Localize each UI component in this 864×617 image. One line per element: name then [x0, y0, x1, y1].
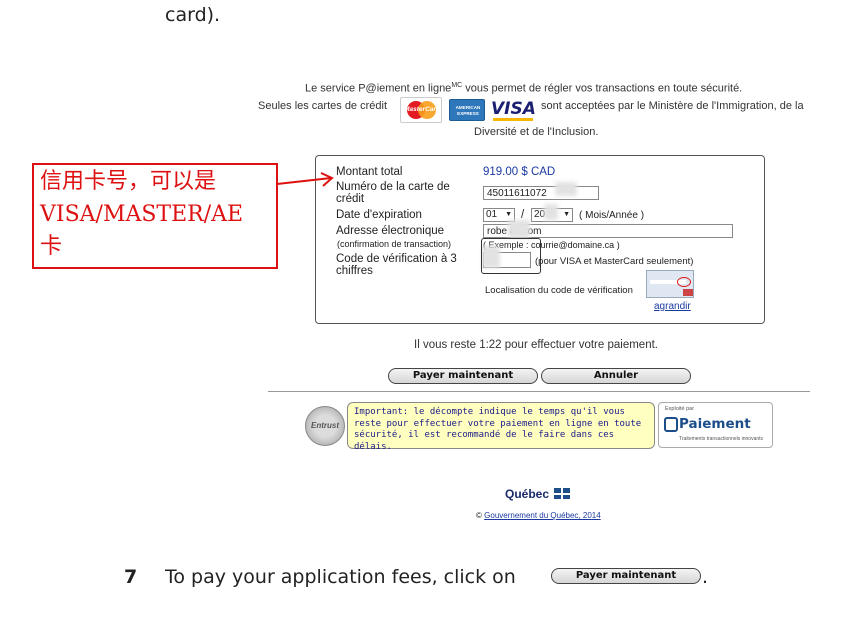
quebec-logo: Québec [505, 487, 549, 501]
paiement-logo: Exploité par Paiement Traitements transa… [658, 402, 773, 448]
expiry-label: Date d'expiration [336, 209, 422, 221]
intro-line-2-end: sont acceptées par le Ministère de l'Imm… [541, 100, 804, 112]
amount-value: 919.00 $ CAD [483, 166, 556, 178]
important-notice: Important: le décompte indique le temps … [347, 402, 655, 452]
annotation-line-1: 信用卡号，可以是 [40, 169, 217, 194]
email-label: Adresse électronique [336, 225, 445, 237]
step-text: To pay your application fees, click on [165, 566, 516, 588]
annotation-line-3: 卡 [40, 234, 63, 259]
copyright-line: © Gouvernement du Québec, 2014 [476, 511, 601, 520]
annotation-box: 信用卡号，可以是 VISA/MASTER/AE 卡 [32, 163, 278, 269]
expiry-month-value: 01 [486, 209, 498, 220]
visa-logo: VISA [491, 97, 536, 121]
document-fragment-text: card). [165, 4, 221, 26]
cancel-button[interactable]: Annuler [541, 368, 691, 384]
paiement-tagline: Traitements transactionnels innovants [679, 436, 764, 442]
email-redaction [508, 220, 530, 238]
amount-label: Montant total [336, 166, 403, 178]
intro-line-1-rest: vous permet de régler vos transactions e… [465, 82, 743, 95]
card-number-value: 45011611072 [487, 188, 547, 199]
card-number-label: Numéro de la carte de crédit [336, 181, 450, 205]
divider [268, 391, 810, 392]
annotation-line-2: VISA/MASTER/AE [40, 202, 244, 227]
expiry-year-redaction [544, 204, 558, 220]
card-number-redaction [555, 182, 577, 196]
expiry-hint: ( Mois/Année ) [579, 210, 645, 221]
intro-line-2-start: Seules les cartes de crédit [258, 100, 388, 112]
step-pay-now-button[interactable]: Payer maintenant [551, 568, 701, 584]
enlarge-link[interactable]: agrandir [654, 301, 691, 312]
intro-line-1-start: Le service P@iement en ligne [305, 82, 452, 95]
entrust-seal-label: Entrust [311, 421, 339, 430]
card-number-input[interactable]: 45011611072 [483, 186, 599, 200]
timer-text: Il vous reste 1:22 pour effectuer votre … [414, 339, 658, 351]
cvv-hint: (pour VISA et MasterCard seulement) [535, 256, 694, 267]
amex-label: AMERICAN EXPRESS [455, 105, 481, 116]
cvv-card-image[interactable] [646, 270, 694, 298]
mastercard-logo: MasterCard [400, 97, 442, 123]
pay-now-button[interactable]: Payer maintenant [388, 368, 538, 384]
copyright-link[interactable]: Gouvernement du Québec, 2014 [484, 511, 601, 520]
step-number: 7 [124, 566, 138, 588]
cvv-location-label: Localisation du code de vérification [485, 285, 633, 296]
step-end-punctuation: . [702, 566, 709, 588]
cvv-highlight-frame [481, 238, 541, 274]
intro-line-1: Le service P@iement en ligneMC vous perm… [305, 82, 742, 95]
entrust-seal-icon[interactable]: Entrust [305, 406, 345, 446]
email-sublabel: (confirmation de transaction) [337, 239, 452, 249]
intro-line-3: Diversité et de l'Inclusion. [474, 126, 599, 138]
annotation-arrow-icon [277, 172, 334, 187]
paiement-mark-icon [664, 417, 678, 432]
visa-label: VISA [491, 99, 536, 119]
intro-trademark: MC [451, 82, 463, 89]
quebec-flag-icon [554, 488, 570, 499]
amex-logo: AMERICAN EXPRESS [449, 99, 485, 121]
paiement-operated-by: Exploité par [665, 406, 695, 412]
paiement-name: Paiement [679, 416, 751, 432]
copyright-symbol: © [476, 511, 482, 520]
cvv-label: Code de vérification à 3 chiffres [336, 253, 457, 277]
mastercard-label: MasterCard [404, 106, 440, 113]
chevron-down-icon: ▼ [563, 211, 570, 218]
quebec-wordmark: Québec [505, 487, 550, 501]
